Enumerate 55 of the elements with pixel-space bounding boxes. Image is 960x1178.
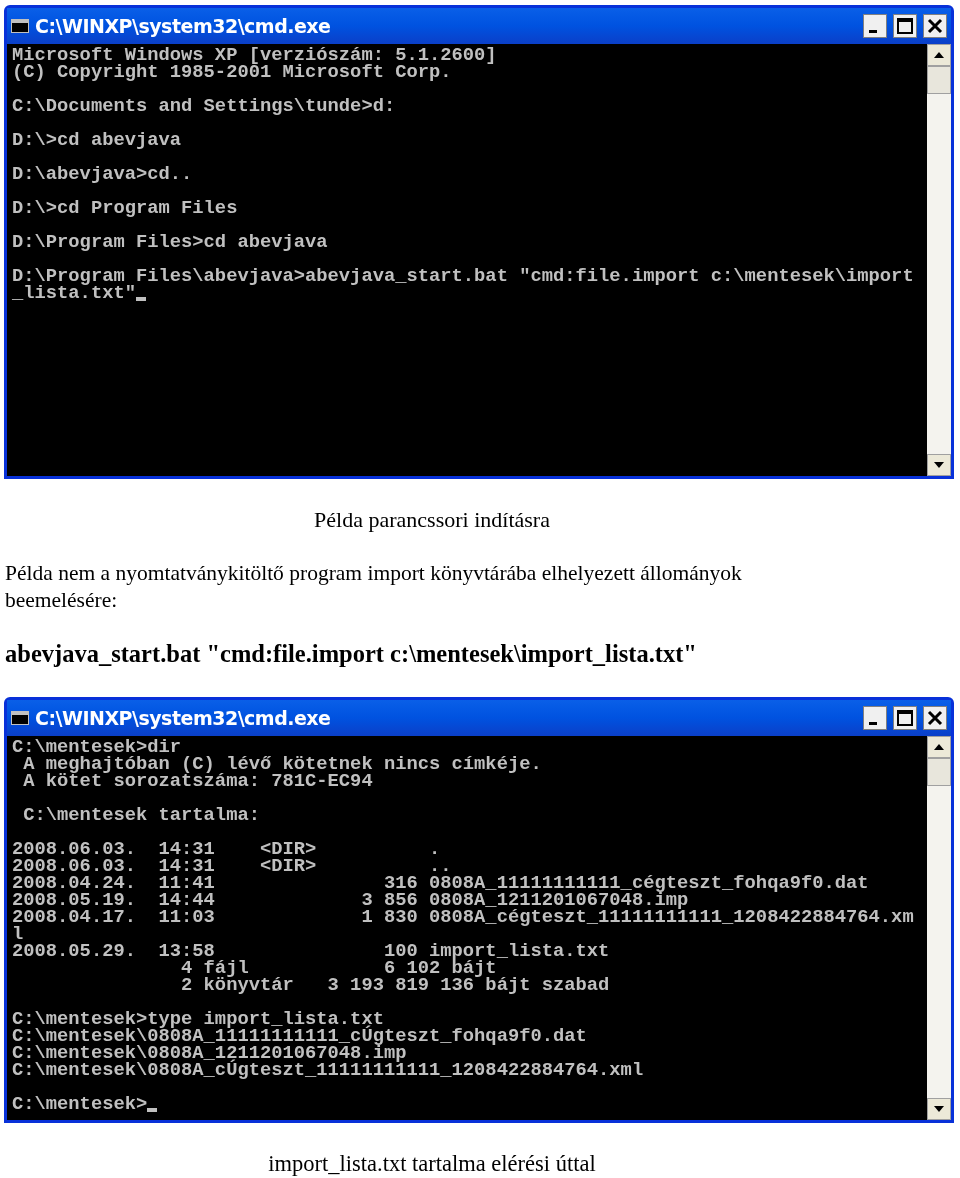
console-line: 2008.04.24. 11:41 316 0808A_11111111111_cégteszt_fohqa9f0.dat xyxy=(12,874,869,892)
close-button[interactable] xyxy=(923,705,947,730)
window-title: C:\WINXP\system32\cmd.exe xyxy=(35,705,332,731)
scroll-up-button[interactable] xyxy=(927,44,951,66)
scroll-up-button[interactable] xyxy=(927,735,951,758)
console-line: 2 könyvtár 3 193 819 136 bájt szabad xyxy=(180,976,610,994)
console-line: D:\Program Files\abevjava>abevjava_start.bat "cmd:file.import c:\mentesek\import xyxy=(12,268,914,285)
console-line: D:\>cd abevjava xyxy=(12,132,182,149)
maximize-button[interactable] xyxy=(893,705,917,730)
maximize-icon xyxy=(897,709,913,726)
console-line: C:\mentesek> xyxy=(12,1095,148,1113)
down-arrow-icon xyxy=(934,1105,944,1112)
minimize-icon xyxy=(869,30,877,33)
console-line: C:\mentesek tartalma: xyxy=(22,806,260,824)
console-line: (C) Copyright 1985-2001 Microsoft Corp. xyxy=(12,64,452,81)
console-line: 2008.05.19. 14:44 3 856 0808A_1211201067048.imp xyxy=(12,891,689,909)
cmd-icon xyxy=(11,19,29,33)
console-line: D:\Program Files>cd abevjava xyxy=(12,234,328,251)
scroll-down-button[interactable] xyxy=(927,1097,951,1120)
console-line: D:\>cd Program Files xyxy=(12,200,238,217)
maximize-button[interactable] xyxy=(893,14,917,38)
close-icon xyxy=(927,18,943,34)
console-line: 4 fájl 6 102 bájt xyxy=(180,959,497,977)
console-line: 2008.05.29. 13:58 100 import_lista.txt xyxy=(12,942,610,960)
minimize-button[interactable] xyxy=(863,14,887,38)
maximize-icon xyxy=(897,18,913,34)
console-line: A kötet sorozatszáma: 781C-EC94 xyxy=(22,772,373,790)
console-line: _lista.txt" xyxy=(12,285,136,302)
console-line: 2008.06.03. 14:31 <DIR> . xyxy=(12,840,441,858)
close-icon xyxy=(927,710,943,726)
scroll-down-button[interactable] xyxy=(927,454,951,476)
console-line: A meghajtóban (C) lévő kötetnek nincs címkéje. xyxy=(22,755,542,773)
minimize-icon xyxy=(869,721,877,725)
close-button[interactable] xyxy=(923,14,947,38)
console-line: D:\abevjava>cd.. xyxy=(12,166,193,183)
scroll-thumb[interactable] xyxy=(927,757,951,786)
console-line: 2008.06.03. 14:31 <DIR> .. xyxy=(12,857,452,875)
console-line: C:\mentesek\0808A_11111111111_cÚgteszt_fohqa9f0.dat xyxy=(12,1027,587,1045)
paragraph: Példa nem a nyomtatványkitöltő program import könyvtárába elhelyezett állományok beemelésére: xyxy=(5,560,743,614)
console-line: C:\mentesek\0808A_cÚgteszt_11111111111_1208422884764.xml xyxy=(12,1061,644,1079)
window-title: C:\WINXP\system32\cmd.exe xyxy=(35,13,332,39)
down-arrow-icon xyxy=(934,462,944,468)
caption: Példa parancssori indításra xyxy=(313,506,551,534)
console-line: 2008.04.17. 11:03 1 830 0808A_cégteszt_11111111111_1208422884764.xm xyxy=(12,908,914,926)
up-arrow-icon xyxy=(934,52,944,58)
command-text: abevjava_start.bat "cmd:file.import c:\mentesek\import_lista.txt" xyxy=(5,639,698,669)
console-line: l xyxy=(12,925,24,943)
minimize-button[interactable] xyxy=(863,705,887,730)
scroll-thumb[interactable] xyxy=(927,66,951,94)
console-line: C:\Documents and Settings\tunde>d: xyxy=(12,98,396,115)
cmd-icon xyxy=(11,710,29,725)
console-line: Microsoft Windows XP [verziószám: 5.1.2600] xyxy=(12,47,497,64)
console-line: C:\mentesek>dir xyxy=(12,738,182,756)
up-arrow-icon xyxy=(934,743,944,750)
caption: import_lista.txt tartalma elérési úttal xyxy=(267,1149,597,1178)
